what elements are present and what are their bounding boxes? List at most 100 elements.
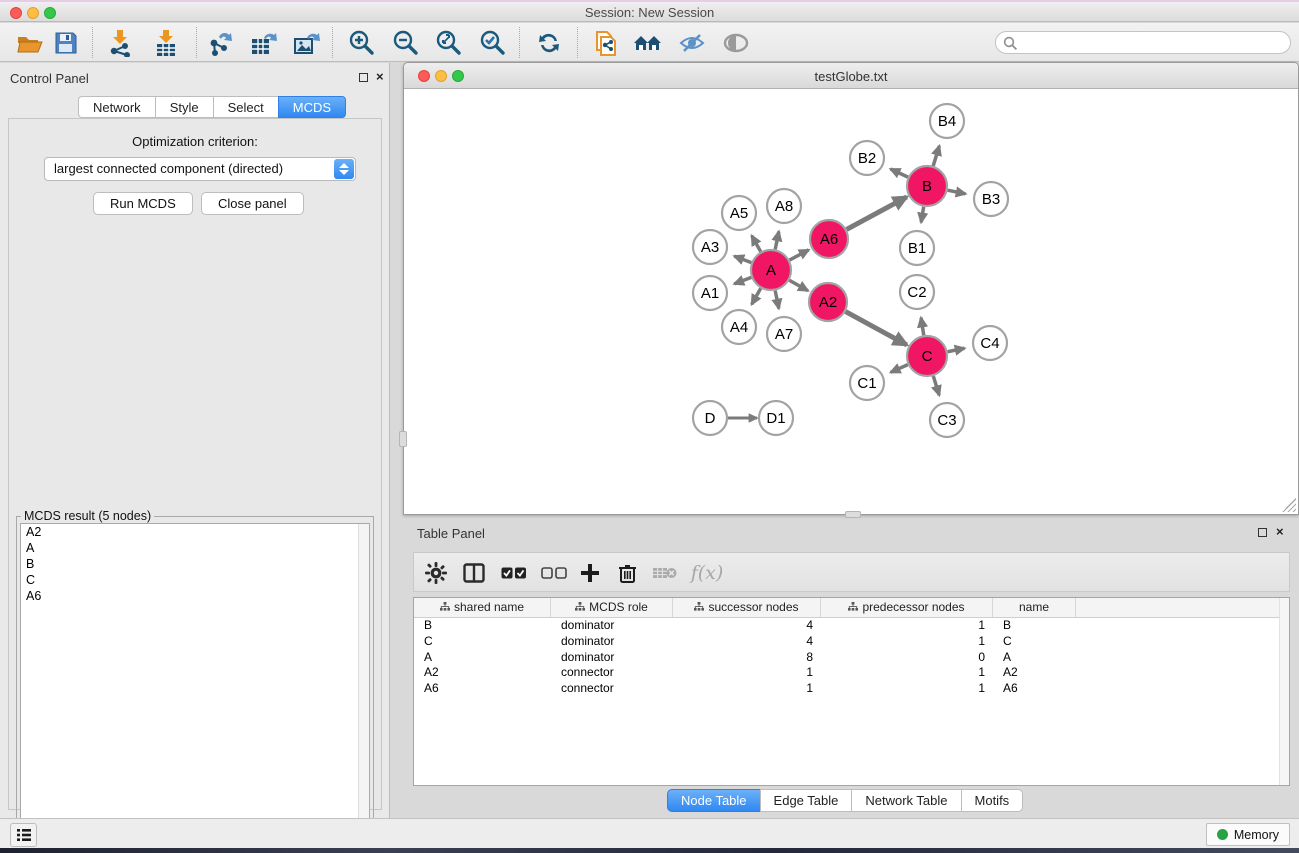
- edge-A-A2[interactable]: [789, 280, 808, 290]
- close-panel-button[interactable]: Close panel: [201, 192, 304, 215]
- show-eye-icon[interactable]: [718, 26, 754, 59]
- edge-A-A5[interactable]: [752, 236, 761, 252]
- edge-A-A1[interactable]: [734, 277, 751, 283]
- edge-A6-B[interactable]: [847, 197, 907, 230]
- network-canvas[interactable]: AA1A2A3A4A5A6A7A8BB1B2B3B4CC1C2C3C4DD1: [404, 89, 1298, 514]
- deselect-all-icon[interactable]: [538, 557, 570, 589]
- function-builder-button[interactable]: f(x): [686, 557, 728, 589]
- node-B[interactable]: B: [907, 166, 947, 206]
- zoom-selected-icon[interactable]: [475, 26, 511, 59]
- table-row[interactable]: Adominator80A: [414, 650, 1289, 666]
- tab-node-table[interactable]: Node Table: [667, 789, 760, 812]
- run-mcds-button[interactable]: Run MCDS: [93, 192, 193, 215]
- close-panel-icon[interactable]: ×: [376, 69, 384, 84]
- search-input[interactable]: [995, 31, 1291, 54]
- node-A3[interactable]: A3: [693, 230, 727, 264]
- result-scrollbar[interactable]: [358, 524, 369, 852]
- edge-C-C4[interactable]: [948, 348, 965, 352]
- edge-A-A7[interactable]: [775, 291, 779, 309]
- node-C3[interactable]: C3: [930, 403, 964, 437]
- zoom-in-icon[interactable]: [344, 26, 380, 59]
- table-splitter-handle[interactable]: [845, 511, 861, 518]
- tab-network-table[interactable]: Network Table: [851, 789, 960, 812]
- edge-B-B3[interactable]: [948, 190, 966, 194]
- edge-A-A6[interactable]: [790, 250, 809, 260]
- table-row[interactable]: Cdominator41C: [414, 634, 1289, 650]
- node-A7[interactable]: A7: [767, 317, 801, 351]
- import-table-icon[interactable]: [148, 26, 184, 59]
- edge-B-B2[interactable]: [891, 169, 908, 177]
- task-history-button[interactable]: [10, 823, 37, 847]
- node-B1[interactable]: B1: [900, 231, 934, 265]
- node-B2[interactable]: B2: [850, 141, 884, 175]
- node-B4[interactable]: B4: [930, 104, 964, 138]
- node-A2[interactable]: A2: [809, 283, 847, 321]
- column-header-MCDS-role[interactable]: MCDS role: [551, 598, 673, 617]
- delete-row-icon[interactable]: [611, 557, 643, 589]
- save-session-icon[interactable]: [48, 26, 84, 59]
- node-A1[interactable]: A1: [693, 276, 727, 310]
- edge-B-B4[interactable]: [933, 146, 939, 166]
- zoom-out-icon[interactable]: [388, 26, 424, 59]
- node-A[interactable]: A: [751, 250, 791, 290]
- delete-table-icon[interactable]: [649, 557, 681, 589]
- table-float-panel-icon[interactable]: [1258, 528, 1267, 537]
- node-D1[interactable]: D1: [759, 401, 793, 435]
- memory-button[interactable]: Memory: [1206, 823, 1290, 846]
- refresh-icon[interactable]: [531, 26, 567, 59]
- edge-A-A8[interactable]: [775, 231, 779, 249]
- result-list-item[interactable]: A6: [21, 588, 369, 604]
- tab-mcds[interactable]: MCDS: [278, 96, 346, 118]
- column-header-shared-name[interactable]: shared name: [414, 598, 551, 617]
- node-B3[interactable]: B3: [974, 182, 1008, 216]
- criterion-dropdown[interactable]: largest connected component (directed): [44, 157, 356, 181]
- tab-select[interactable]: Select: [213, 96, 278, 118]
- panel-splitter-handle[interactable]: [399, 431, 407, 447]
- tab-network[interactable]: Network: [78, 96, 155, 118]
- result-list-item[interactable]: B: [21, 556, 369, 572]
- tab-style[interactable]: Style: [155, 96, 213, 118]
- node-A5[interactable]: A5: [722, 196, 756, 230]
- open-session-icon[interactable]: [12, 26, 48, 59]
- node-C[interactable]: C: [907, 336, 947, 376]
- network-window-titlebar[interactable]: testGlobe.txt: [404, 63, 1298, 89]
- edge-A2-C[interactable]: [846, 312, 907, 345]
- tab-edge-table[interactable]: Edge Table: [760, 789, 852, 812]
- export-network-icon[interactable]: [203, 26, 239, 59]
- table-row[interactable]: Bdominator41B: [414, 618, 1289, 634]
- add-row-icon[interactable]: [574, 557, 606, 589]
- node-A6[interactable]: A6: [810, 220, 848, 258]
- edge-A-A4[interactable]: [752, 288, 761, 304]
- edge-C-C1[interactable]: [891, 365, 908, 373]
- export-image-icon[interactable]: [289, 26, 325, 59]
- table-scrollbar[interactable]: [1279, 598, 1289, 785]
- import-network-icon[interactable]: [103, 26, 139, 59]
- clone-network-icon[interactable]: [588, 26, 624, 59]
- edge-A-A3[interactable]: [734, 256, 751, 262]
- node-A8[interactable]: A8: [767, 189, 801, 223]
- result-list-item[interactable]: A: [21, 540, 369, 556]
- network-overview-icon[interactable]: [630, 26, 666, 59]
- result-list-item[interactable]: C: [21, 572, 369, 588]
- node-A4[interactable]: A4: [722, 310, 756, 344]
- split-columns-icon[interactable]: [458, 557, 490, 589]
- edge-C-C2[interactable]: [921, 318, 924, 336]
- table-close-panel-icon[interactable]: ×: [1276, 524, 1284, 539]
- result-list-item[interactable]: A2: [21, 524, 369, 540]
- table-row[interactable]: A6connector11A6: [414, 681, 1289, 697]
- node-C4[interactable]: C4: [973, 326, 1007, 360]
- column-header-predecessor-nodes[interactable]: predecessor nodes: [821, 598, 993, 617]
- export-table-icon[interactable]: [246, 26, 282, 59]
- select-all-icon[interactable]: [498, 557, 530, 589]
- edge-C-C3[interactable]: [933, 376, 939, 395]
- edge-B-B1[interactable]: [921, 207, 924, 223]
- float-panel-icon[interactable]: [359, 73, 368, 82]
- node-C1[interactable]: C1: [850, 366, 884, 400]
- node-D[interactable]: D: [693, 401, 727, 435]
- settings-gear-icon[interactable]: [420, 557, 452, 589]
- tab-motifs[interactable]: Motifs: [961, 789, 1024, 812]
- zoom-fit-icon[interactable]: [431, 26, 467, 59]
- column-header-successor-nodes[interactable]: successor nodes: [673, 598, 821, 617]
- window-resize-grip[interactable]: [1282, 498, 1296, 512]
- column-header-name[interactable]: name: [993, 598, 1076, 617]
